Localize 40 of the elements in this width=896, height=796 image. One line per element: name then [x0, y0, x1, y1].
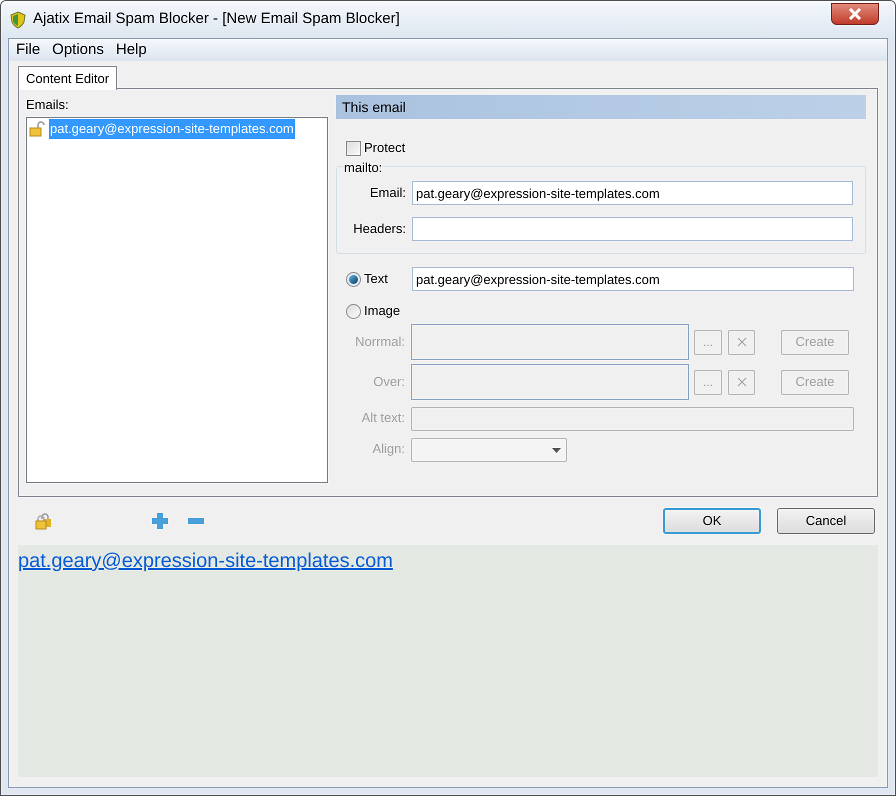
protect-label: Protect	[364, 139, 406, 158]
email-link[interactable]: pat.geary@expression-site-templates.com	[18, 550, 393, 572]
text-option-label: Text	[364, 270, 388, 288]
clear-button[interactable]	[728, 330, 755, 354]
field-label: Alt text:	[360, 408, 405, 427]
input-field[interactable]	[411, 324, 689, 360]
image-radio[interactable]	[346, 304, 361, 318]
padlocks-icon[interactable]	[35, 512, 52, 530]
caret-icon	[552, 448, 561, 452]
padlock-icon	[29, 121, 47, 137]
close-icon	[736, 377, 746, 387]
dropdown[interactable]	[411, 438, 567, 462]
text-radio[interactable]	[346, 272, 361, 286]
protect-checkbox[interactable]	[346, 140, 361, 156]
field-label: Over:	[372, 373, 405, 392]
field-label: Align:	[371, 440, 405, 458]
tab[interactable]: Content Editor	[18, 66, 118, 90]
field-label: Email:	[368, 184, 406, 202]
dialog-button[interactable]: OK	[663, 508, 761, 534]
emails-label: Emails:	[26, 96, 70, 114]
field-label: Norrmal:	[354, 333, 405, 352]
field-label: Headers:	[352, 220, 406, 238]
window-title: Ajatix Email Spam Blocker - [New Email Spam Blocker]	[33, 9, 400, 30]
menu-item[interactable]: Help	[110, 38, 153, 62]
shield-icon	[9, 10, 27, 28]
input-field[interactable]	[411, 364, 689, 400]
close-icon	[847, 8, 863, 20]
image-option-label: Image	[364, 302, 400, 320]
plus-icon[interactable]	[152, 513, 168, 529]
close-icon	[736, 337, 746, 347]
close-button[interactable]	[831, 2, 879, 24]
menu-item[interactable]: File	[10, 38, 46, 62]
dialog-button[interactable]: Cancel	[777, 508, 875, 534]
input-field[interactable]: pat.geary@expression-site-templates.com	[412, 181, 853, 205]
input-field[interactable]	[412, 217, 853, 241]
text-field[interactable]: pat.geary@expression-site-templates.com	[412, 267, 854, 291]
input-field[interactable]	[411, 407, 854, 431]
menu-item[interactable]: Options	[46, 38, 110, 62]
section-header: This email	[336, 95, 866, 119]
clear-button[interactable]	[728, 370, 755, 394]
